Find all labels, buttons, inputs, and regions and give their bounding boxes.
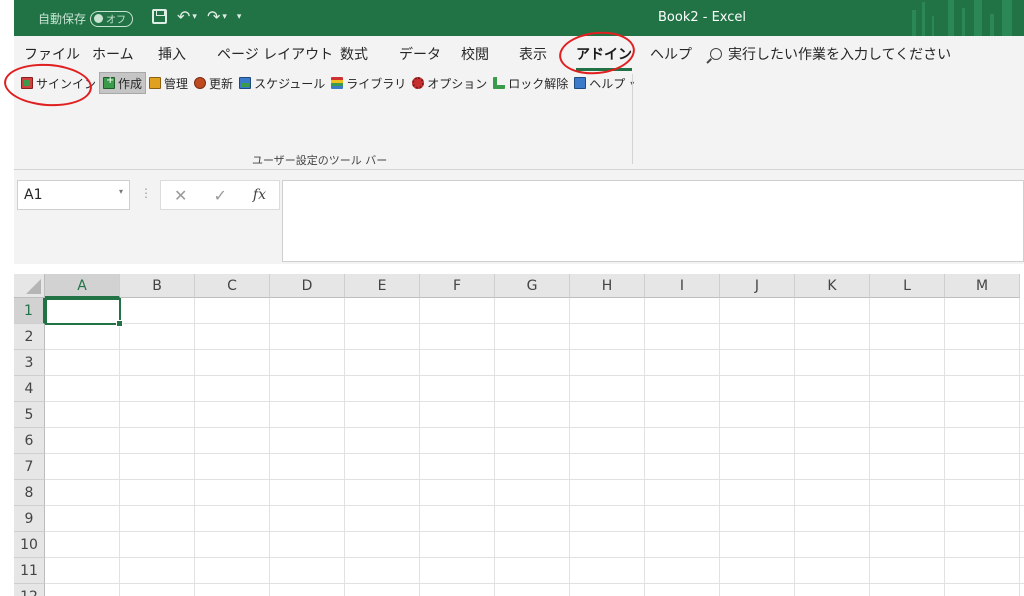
- row-header-11[interactable]: 11: [14, 558, 45, 584]
- column-header-e[interactable]: E: [345, 274, 420, 298]
- active-cell-a1[interactable]: [45, 298, 123, 327]
- undo-dropdown-icon[interactable]: ▾: [192, 12, 197, 22]
- help-label: ヘルプ: [589, 76, 626, 91]
- redo-dropdown-icon[interactable]: ▾: [222, 12, 227, 22]
- formula-input[interactable]: [282, 180, 1024, 262]
- enter-icon[interactable]: ✓: [213, 186, 226, 205]
- toggle-knob-icon: [94, 14, 104, 23]
- quick-access-toolbar: ↶ ▾ ↷ ▾ ▾: [152, 7, 241, 26]
- create-label: 作成: [118, 76, 143, 91]
- ribbon-tabs: ファイル ホーム 挿入 ページ レイアウト 数式 データ 校閲 表示 アドイン …: [14, 36, 1024, 71]
- ribbon: ファイル ホーム 挿入 ページ レイアウト 数式 データ 校閲 表示 アドイン …: [14, 36, 1024, 170]
- library-button[interactable]: ライブラリ: [328, 72, 409, 94]
- row-header-12[interactable]: 12: [14, 584, 45, 596]
- cancel-icon[interactable]: ✕: [174, 186, 187, 205]
- tab-file[interactable]: ファイル: [24, 44, 80, 64]
- signin-button[interactable]: サインイン: [18, 72, 99, 94]
- tab-formulas[interactable]: 数式: [340, 44, 368, 64]
- row-header-8[interactable]: 8: [14, 480, 45, 506]
- tab-help[interactable]: ヘルプ: [650, 44, 692, 64]
- manage-button[interactable]: 管理: [146, 72, 191, 94]
- row-header-9[interactable]: 9: [14, 506, 45, 532]
- column-header-g[interactable]: G: [495, 274, 570, 298]
- library-label: ライブラリ: [346, 76, 407, 91]
- group-divider: [632, 74, 633, 164]
- row-header-4[interactable]: 4: [14, 376, 45, 402]
- schedule-label: スケジュール: [254, 76, 326, 91]
- window-title: Book2 - Excel: [658, 10, 747, 25]
- tab-data[interactable]: データ: [399, 44, 441, 64]
- refresh-icon: [194, 77, 207, 89]
- unlock-label: ロック解除: [508, 76, 569, 91]
- signin-label: サインイン: [36, 76, 97, 91]
- tab-addins[interactable]: アドイン: [576, 44, 632, 71]
- help-icon: [574, 77, 587, 89]
- row-header-6[interactable]: 6: [14, 428, 45, 454]
- options-label: オプション: [427, 76, 488, 91]
- help-button[interactable]: ヘルプ ▾: [571, 72, 637, 94]
- column-header-l[interactable]: L: [870, 274, 945, 298]
- tab-view[interactable]: 表示: [519, 44, 547, 64]
- row-header-2[interactable]: 2: [14, 324, 45, 350]
- refresh-button[interactable]: 更新: [191, 72, 236, 94]
- group-label: ユーザー設定のツール バー: [252, 154, 388, 167]
- column-header-c[interactable]: C: [195, 274, 270, 298]
- name-box-value: A1: [24, 187, 43, 203]
- tab-page-layout[interactable]: ページ レイアウト: [217, 44, 333, 64]
- drag-handle-icon[interactable]: ⋮: [140, 186, 152, 200]
- customize-qat-icon[interactable]: ▾: [237, 12, 242, 22]
- column-header-b[interactable]: B: [120, 274, 195, 298]
- autosave-label: 自動保存: [38, 12, 87, 26]
- redo-icon[interactable]: ↷: [207, 7, 220, 26]
- column-header-i[interactable]: I: [645, 274, 720, 298]
- row-header-10[interactable]: 10: [14, 532, 45, 558]
- worksheet-grid: ABCDEFGHIJKLM 123456789101112: [14, 274, 1024, 596]
- undo-icon[interactable]: ↶: [177, 7, 190, 26]
- options-button[interactable]: オプション: [409, 72, 490, 94]
- row-header-7[interactable]: 7: [14, 454, 45, 480]
- cell-area[interactable]: [45, 298, 1024, 596]
- manage-label: 管理: [164, 76, 189, 91]
- autosave-state: オフ: [106, 15, 127, 26]
- title-bar: 自動保存 オフ ↶ ▾ ↷ ▾ ▾ Book2 - Excel: [14, 0, 1024, 36]
- library-icon: [331, 77, 344, 89]
- column-header-k[interactable]: K: [795, 274, 870, 298]
- column-header-j[interactable]: J: [720, 274, 795, 298]
- column-header-h[interactable]: H: [570, 274, 645, 298]
- column-header-d[interactable]: D: [270, 274, 345, 298]
- options-icon: [412, 77, 425, 89]
- manage-icon: [149, 77, 162, 89]
- autosave-control[interactable]: 自動保存 オフ: [38, 10, 134, 27]
- row-header-3[interactable]: 3: [14, 350, 45, 376]
- save-icon[interactable]: [152, 9, 167, 24]
- row-header-5[interactable]: 5: [14, 402, 45, 428]
- tab-review[interactable]: 校閲: [461, 44, 489, 64]
- schedule-icon: [239, 77, 252, 89]
- search-icon: [710, 48, 722, 60]
- row-header-1[interactable]: 1: [14, 298, 45, 324]
- custom-toolbar: サインイン 作成 管理 更新 スケジュール ライブラリ オプション ロック解除: [18, 72, 637, 94]
- schedule-button[interactable]: スケジュール: [236, 72, 328, 94]
- tab-insert[interactable]: 挿入: [158, 44, 186, 64]
- tell-me-box[interactable]: 実行したい作業を入力してください: [710, 44, 951, 64]
- signin-icon: [21, 77, 33, 89]
- tab-home[interactable]: ホーム: [92, 44, 134, 64]
- unlock-icon: [493, 77, 506, 89]
- column-header-a[interactable]: A: [45, 274, 120, 298]
- chevron-down-icon[interactable]: ▾: [119, 187, 123, 196]
- create-button[interactable]: 作成: [99, 72, 147, 94]
- tell-me-text: 実行したい作業を入力してください: [728, 47, 952, 63]
- insert-function-icon[interactable]: fx: [253, 187, 266, 203]
- column-header-f[interactable]: F: [420, 274, 495, 298]
- formula-buttons: ✕ ✓ fx: [160, 180, 280, 210]
- formula-bar-area: A1 ▾ ⋮ ✕ ✓ fx: [14, 170, 1024, 264]
- name-box[interactable]: A1 ▾: [17, 180, 130, 210]
- title-decoration: [904, 0, 1024, 36]
- select-all-button[interactable]: [14, 274, 45, 298]
- unlock-button[interactable]: ロック解除: [490, 72, 571, 94]
- autosave-toggle[interactable]: オフ: [90, 10, 134, 27]
- column-header-m[interactable]: M: [945, 274, 1020, 298]
- refresh-label: 更新: [209, 76, 234, 91]
- create-icon: [103, 75, 116, 89]
